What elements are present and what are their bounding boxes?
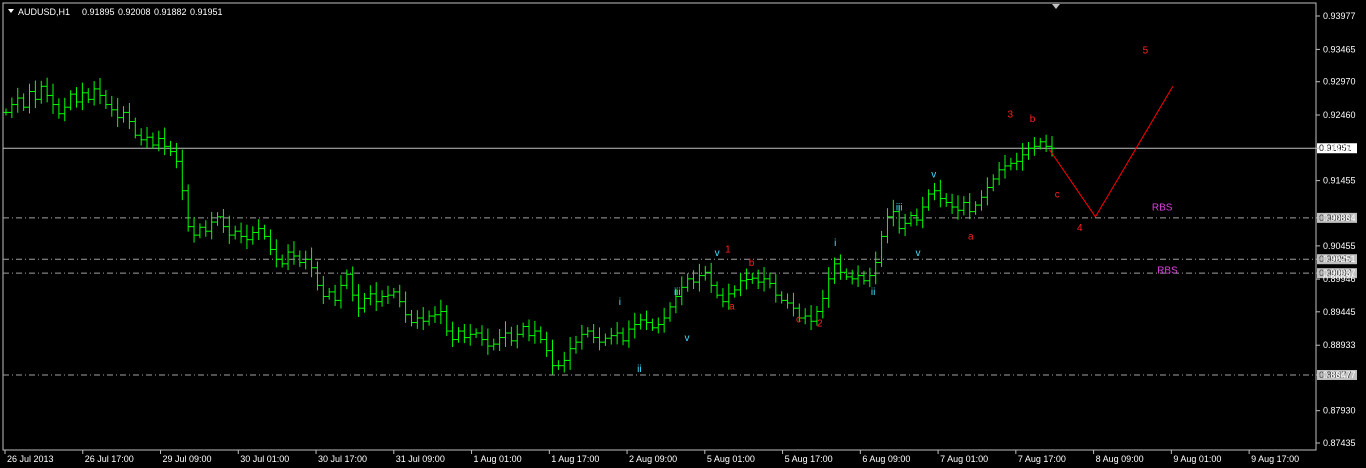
chart-background bbox=[0, 0, 1366, 468]
open-value: 0.91895 bbox=[82, 7, 115, 17]
price-tick-label: 0.93977 bbox=[1323, 11, 1356, 21]
wave-label: 2 bbox=[817, 318, 823, 329]
price-tick-label: 0.87435 bbox=[1323, 438, 1356, 448]
wave-label: 5 bbox=[1143, 46, 1149, 57]
price-tick-label: 0.87930 bbox=[1323, 406, 1356, 416]
time-tick-label: 8 Aug 09:00 bbox=[1096, 454, 1144, 464]
time-tick-label: 9 Aug 01:00 bbox=[1173, 454, 1221, 464]
low-value: 0.91882 bbox=[154, 7, 187, 17]
wave-label: v bbox=[931, 170, 936, 181]
time-tick-label: 5 Aug 01:00 bbox=[707, 454, 755, 464]
price-tick-label: 0.91951 bbox=[1323, 143, 1356, 153]
high-value: 0.92008 bbox=[118, 7, 151, 17]
time-tick-label: 2 Aug 09:00 bbox=[629, 454, 677, 464]
wave-label: iii bbox=[896, 202, 903, 213]
price-tick-label: 0.90251 bbox=[1323, 254, 1356, 264]
close-value: 0.91951 bbox=[190, 7, 223, 17]
time-tick-label: 31 Jul 09:00 bbox=[396, 454, 445, 464]
time-tick-label: 5 Aug 17:00 bbox=[785, 454, 833, 464]
wave-label: c bbox=[796, 315, 801, 326]
price-tick-label: 0.92970 bbox=[1323, 77, 1356, 87]
wave-label: RBS bbox=[1157, 266, 1178, 277]
wave-label: 3 bbox=[1007, 110, 1013, 121]
time-tick-label: 26 Jul 17:00 bbox=[85, 454, 134, 464]
price-tick-label: 0.88477 bbox=[1323, 370, 1356, 380]
time-tick-label: 7 Aug 01:00 bbox=[940, 454, 988, 464]
price-tick-label: 0.89946 bbox=[1323, 274, 1356, 284]
time-tick-label: 30 Jul 01:00 bbox=[240, 454, 289, 464]
wave-label: c bbox=[1055, 189, 1060, 200]
wave-label: ii bbox=[637, 364, 641, 375]
price-tick-label: 0.90455 bbox=[1323, 241, 1356, 251]
price-tick-label: 0.88933 bbox=[1323, 340, 1356, 350]
price-tick-label: 0.92460 bbox=[1323, 110, 1356, 120]
price-tick-label: 0.91455 bbox=[1323, 176, 1356, 186]
wave-label: RBS bbox=[1152, 202, 1173, 213]
wave-label: iii bbox=[674, 287, 681, 298]
wave-label: i bbox=[834, 238, 836, 249]
time-tick-label: 29 Jul 09:00 bbox=[163, 454, 212, 464]
price-tick-label: 0.90884 bbox=[1323, 213, 1356, 223]
wave-label: a bbox=[729, 302, 735, 313]
wave-label: v bbox=[684, 333, 689, 344]
time-tick-label: 6 Aug 09:00 bbox=[862, 454, 910, 464]
wave-label: i bbox=[619, 297, 621, 308]
wave-label: v bbox=[715, 248, 720, 259]
price-tick-label: 0.89445 bbox=[1323, 307, 1356, 317]
wave-label: b bbox=[1030, 114, 1036, 125]
symbol-label: AUDUSD,H1 bbox=[18, 7, 70, 17]
time-tick-label: 26 Jul 2013 bbox=[7, 454, 54, 464]
wave-label: v bbox=[916, 248, 921, 259]
wave-label: 4 bbox=[1077, 223, 1083, 234]
time-tick-label: 9 Aug 17:00 bbox=[1251, 454, 1299, 464]
price-chart[interactable]: AUDUSD,H1 0.91895 0.92008 0.91882 0.9195… bbox=[0, 0, 1366, 468]
time-tick-label: 1 Aug 17:00 bbox=[551, 454, 599, 464]
time-tick-label: 1 Aug 01:00 bbox=[474, 454, 522, 464]
wave-label: ii bbox=[871, 287, 875, 298]
wave-label: b bbox=[749, 258, 755, 269]
wave-label: a bbox=[968, 232, 974, 243]
wave-label: 1 bbox=[725, 245, 731, 256]
time-tick-label: 7 Aug 17:00 bbox=[1018, 454, 1066, 464]
price-tick-label: 0.93465 bbox=[1323, 44, 1356, 54]
time-tick-label: 30 Jul 17:00 bbox=[318, 454, 367, 464]
